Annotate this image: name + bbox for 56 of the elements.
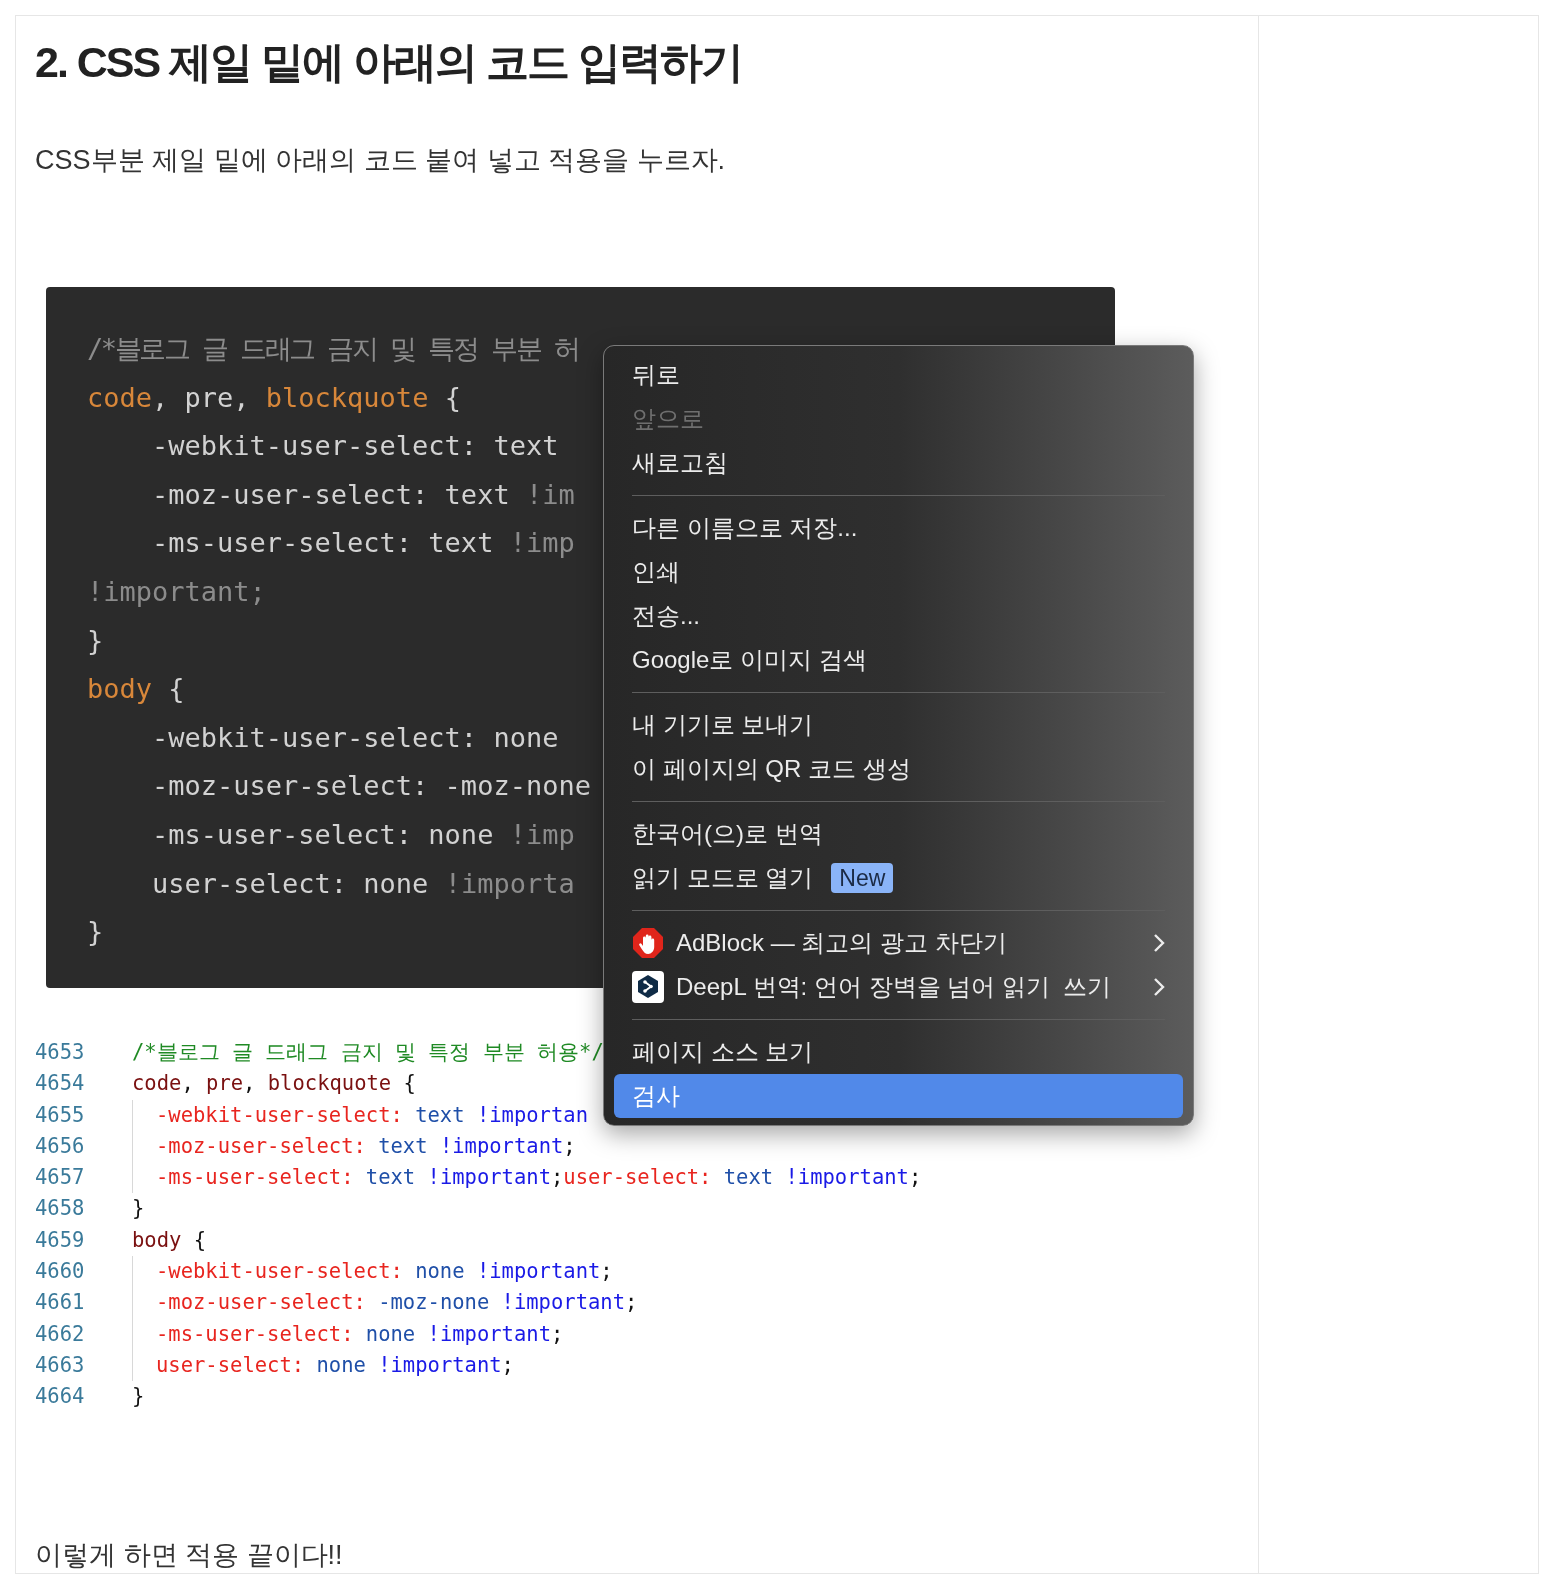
- new-badge: New: [831, 863, 894, 893]
- translate-logo-icon: [632, 971, 664, 1003]
- closing-paragraph: 이렇게 하면 적용 끝이다!!: [35, 1538, 344, 1572]
- menu-item[interactable]: Google로 이미지 검색: [614, 638, 1183, 682]
- intro-paragraph: CSS부분 제일 밑에 아래의 코드 붙여 넣고 적용을 누르자.: [35, 144, 727, 177]
- code-line: -webkit-user-select: none: [151, 720, 559, 755]
- code-line: -webkit-user-select: text !importan: [132, 1099, 588, 1131]
- code-line: }: [87, 915, 104, 950]
- code-line: user-select: none !importa: [151, 866, 575, 901]
- code-line: }: [87, 623, 104, 658]
- code-line: }: [132, 1383, 145, 1411]
- line-number: 4659: [35, 1226, 86, 1254]
- menu-item[interactable]: 읽기 모드로 열기 New: [614, 856, 1183, 900]
- code-line: /*블로그 글 드래그 금지 및 특정 부분 허: [87, 332, 579, 366]
- menu-item[interactable]: 새로고침: [614, 441, 1183, 485]
- line-number: 4658: [35, 1195, 86, 1223]
- menu-item[interactable]: 페이지 소스 보기: [614, 1030, 1183, 1074]
- code-line: -moz-user-select: -moz-none !important;: [132, 1287, 638, 1319]
- menu-item[interactable]: 내 기기로 보내기: [614, 703, 1183, 747]
- line-number: 4653: [35, 1039, 86, 1066]
- code-line: user-select: none !important;: [132, 1349, 514, 1382]
- line-number: 4663: [35, 1351, 86, 1379]
- line-number: 4660: [35, 1258, 86, 1286]
- code-line: }: [132, 1195, 145, 1223]
- code-line: -ms-user-select: text !important;user-select: text !important;: [132, 1162, 922, 1194]
- menu-item[interactable]: 한국어(으)로 번역: [614, 812, 1183, 856]
- code-line: !important;: [87, 574, 266, 609]
- code-line: -moz-user-select: -moz-none: [151, 769, 591, 804]
- menu-item[interactable]: DeepL 번역: 언어 장벽을 넘어 읽기 쓰기: [614, 965, 1183, 1009]
- line-number: 4661: [35, 1289, 86, 1317]
- menu-item[interactable]: 전송...: [614, 594, 1183, 638]
- code-line: /*블로그 글 드래그 금지 및 특정 부분 허용*/: [132, 1039, 604, 1066]
- code-line: -ms-user-select: none !imp: [151, 817, 575, 852]
- line-number: 4654: [35, 1070, 86, 1098]
- article-heading: 2. CSS 제일 밑에 아래의 코드 입력하기: [35, 37, 743, 88]
- code-line: body {: [87, 672, 185, 707]
- code-line: -ms-user-select: none !important;: [132, 1318, 564, 1350]
- code-line: code, pre, blockquote {: [132, 1070, 416, 1098]
- code-line: -ms-user-select: text !imp: [151, 526, 575, 561]
- code-line: code, pre, blockquote {: [87, 380, 461, 415]
- menu-item[interactable]: AdBlock — 최고의 광고 차단기: [614, 921, 1183, 965]
- code-line: -moz-user-select: text !im: [151, 477, 575, 512]
- code-line: body {: [132, 1226, 207, 1254]
- stop-hand-icon: [632, 927, 664, 959]
- line-number: 4657: [35, 1164, 86, 1192]
- line-number: 4655: [35, 1101, 86, 1129]
- line-number: 4656: [35, 1132, 86, 1160]
- menu-item[interactable]: 다른 이름으로 저장...: [614, 506, 1183, 550]
- menu-item[interactable]: 이 페이지의 QR 코드 생성: [614, 747, 1183, 791]
- menu-item[interactable]: 인쇄: [614, 550, 1183, 594]
- code-line: -webkit-user-select: text: [151, 429, 559, 464]
- code-line: -moz-user-select: text !important;: [132, 1130, 576, 1163]
- menu-item[interactable]: 뒤로: [614, 353, 1183, 397]
- line-number: 4664: [35, 1383, 86, 1411]
- line-number: 4662: [35, 1320, 86, 1348]
- code-line: -webkit-user-select: none !important;: [132, 1256, 613, 1288]
